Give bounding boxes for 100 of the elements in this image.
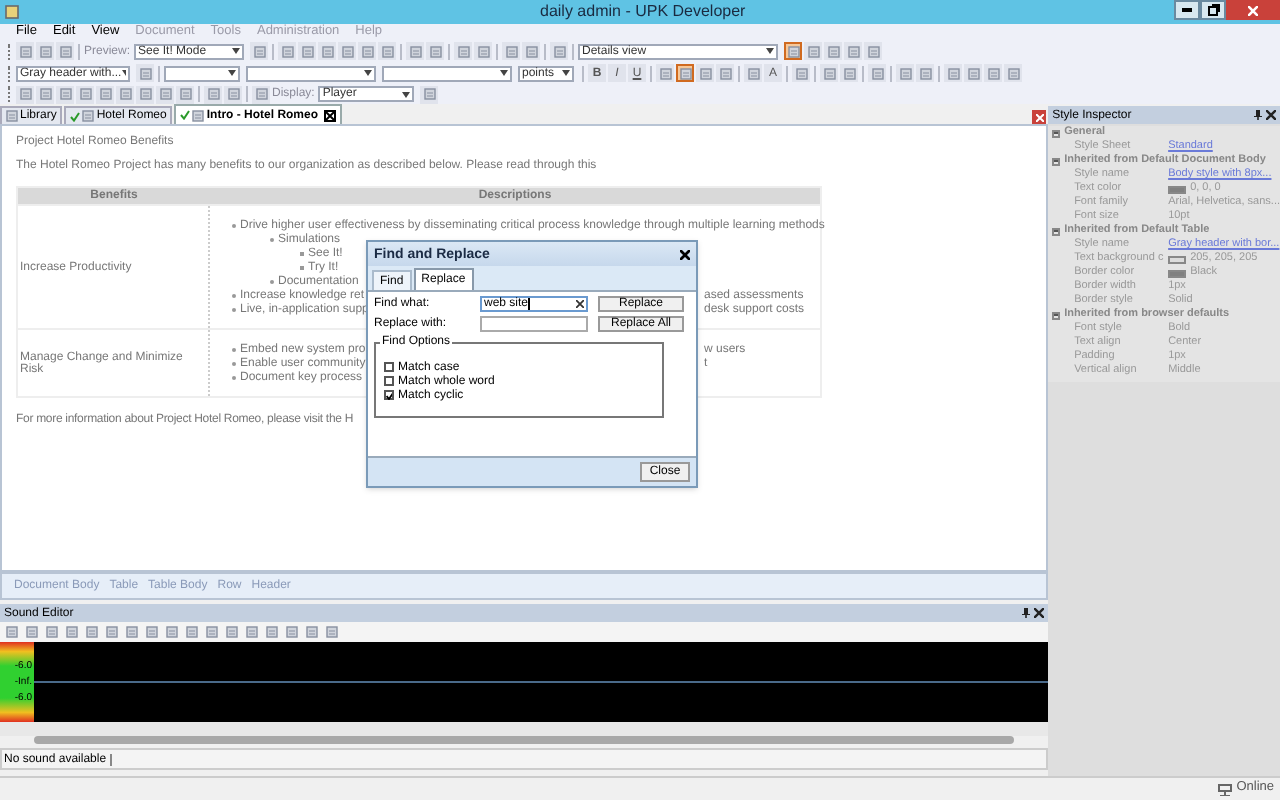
toolbar-button[interactable]	[916, 64, 934, 82]
toolbar-button[interactable]	[24, 624, 40, 640]
close-button[interactable]	[1032, 110, 1047, 124]
toolbar-button[interactable]	[250, 42, 269, 60]
dropdown[interactable]	[382, 65, 512, 81]
toolbar-button[interactable]	[76, 85, 94, 103]
close-icon[interactable]	[324, 109, 337, 121]
toolbar-button[interactable]	[864, 42, 883, 60]
close-button[interactable]	[1226, 0, 1280, 20]
toolbar-button[interactable]	[318, 42, 337, 60]
pin-icon[interactable]	[1254, 110, 1262, 120]
toolbar-button[interactable]	[204, 624, 220, 640]
collapse-icon[interactable]	[1052, 311, 1061, 319]
toolbar-button[interactable]	[104, 624, 120, 640]
close-icon[interactable]	[1034, 608, 1045, 618]
toolbar-button[interactable]	[44, 624, 60, 640]
toolbar-button[interactable]	[474, 42, 493, 60]
replace-field[interactable]	[480, 316, 588, 332]
dropdown[interactable]	[164, 65, 240, 81]
close-icon[interactable]	[680, 249, 690, 259]
page-icon	[126, 626, 138, 638]
toolbar-button[interactable]	[4, 624, 20, 640]
toolbar-button[interactable]	[784, 42, 803, 60]
toolbar-button[interactable]	[896, 64, 914, 82]
toolbar-button[interactable]	[144, 624, 160, 640]
toolbar-button[interactable]	[454, 42, 473, 60]
toolbar-button[interactable]	[844, 42, 863, 60]
network-icon	[1218, 783, 1233, 795]
toolbar-button[interactable]	[176, 85, 194, 103]
toolbar-button[interactable]	[56, 42, 74, 60]
toolbar-button[interactable]	[156, 85, 174, 103]
toolbar-button[interactable]	[304, 624, 320, 640]
toolbar-button[interactable]	[224, 85, 242, 103]
dropdown[interactable]	[246, 65, 376, 81]
page-icon	[301, 45, 314, 57]
toolbar-button[interactable]	[36, 85, 54, 103]
page-icon	[226, 626, 238, 638]
checkbox[interactable]	[384, 376, 394, 386]
toolbar-button[interactable]	[224, 624, 240, 640]
toolbar-button[interactable]	[744, 64, 762, 82]
toolbar-button[interactable]	[244, 624, 260, 640]
toolbar-button[interactable]	[324, 624, 340, 640]
scroll-bar[interactable]	[34, 736, 1015, 744]
toolbar-button[interactable]	[656, 64, 674, 82]
toolbar-button[interactable]	[338, 42, 357, 60]
toolbar-button[interactable]	[716, 64, 734, 82]
toolbar-button[interactable]	[284, 624, 300, 640]
toolbar-button[interactable]	[136, 85, 154, 103]
restore-button[interactable]	[1200, 0, 1226, 20]
toolbar-button[interactable]	[164, 624, 180, 640]
page-icon	[679, 67, 691, 79]
collapse-icon[interactable]	[1052, 129, 1061, 137]
close-icon[interactable]	[1266, 110, 1276, 120]
page-icon	[306, 626, 318, 638]
toolbar-button[interactable]	[550, 42, 569, 60]
collapse-icon[interactable]	[1052, 227, 1061, 235]
clear-icon[interactable]	[576, 300, 584, 308]
minimize-button[interactable]	[1174, 0, 1200, 20]
toolbar-button[interactable]	[16, 85, 34, 103]
toolbar-button[interactable]	[1004, 64, 1022, 82]
toolbar-button[interactable]	[96, 85, 114, 103]
toolbar-button[interactable]	[64, 624, 80, 640]
toolbar-button[interactable]	[944, 64, 962, 82]
toolbar-button[interactable]	[36, 42, 54, 60]
toolbar-button[interactable]	[124, 624, 140, 640]
toolbar-button[interactable]	[868, 64, 886, 82]
toolbar-button[interactable]	[426, 42, 445, 60]
toolbar-button[interactable]	[420, 85, 439, 103]
page-icon	[159, 88, 171, 100]
pin-icon[interactable]	[1022, 608, 1031, 618]
collapse-icon[interactable]	[1052, 157, 1061, 165]
toolbar-button[interactable]	[116, 85, 134, 103]
toolbar-button[interactable]	[264, 624, 280, 640]
toolbar-button[interactable]	[278, 42, 297, 60]
toolbar-button[interactable]	[298, 42, 317, 60]
toolbar-button[interactable]	[676, 64, 694, 82]
toolbar-button[interactable]	[378, 42, 397, 60]
toolbar-button[interactable]	[696, 64, 714, 82]
toolbar-button[interactable]	[502, 42, 521, 60]
page-icon	[66, 626, 78, 638]
page-icon	[19, 88, 31, 100]
toolbar-button[interactable]	[204, 85, 222, 103]
toolbar-button[interactable]	[252, 85, 270, 103]
checkbox[interactable]	[384, 390, 394, 400]
toolbar-button[interactable]	[56, 85, 74, 103]
toolbar-button[interactable]	[984, 64, 1002, 82]
toolbar-button[interactable]	[840, 64, 858, 82]
toolbar-button[interactable]	[820, 64, 838, 82]
toolbar-button[interactable]	[16, 42, 34, 60]
toolbar-button[interactable]	[964, 64, 982, 82]
checkbox[interactable]	[384, 362, 394, 372]
toolbar-button[interactable]	[824, 42, 843, 60]
toolbar-button[interactable]	[136, 64, 154, 82]
toolbar-button[interactable]	[522, 42, 541, 60]
toolbar-button[interactable]	[804, 42, 823, 60]
toolbar-button[interactable]	[84, 624, 100, 640]
toolbar-button[interactable]	[358, 42, 377, 60]
toolbar-button[interactable]	[792, 64, 810, 82]
toolbar-button[interactable]	[406, 42, 425, 60]
toolbar-button[interactable]	[184, 624, 200, 640]
